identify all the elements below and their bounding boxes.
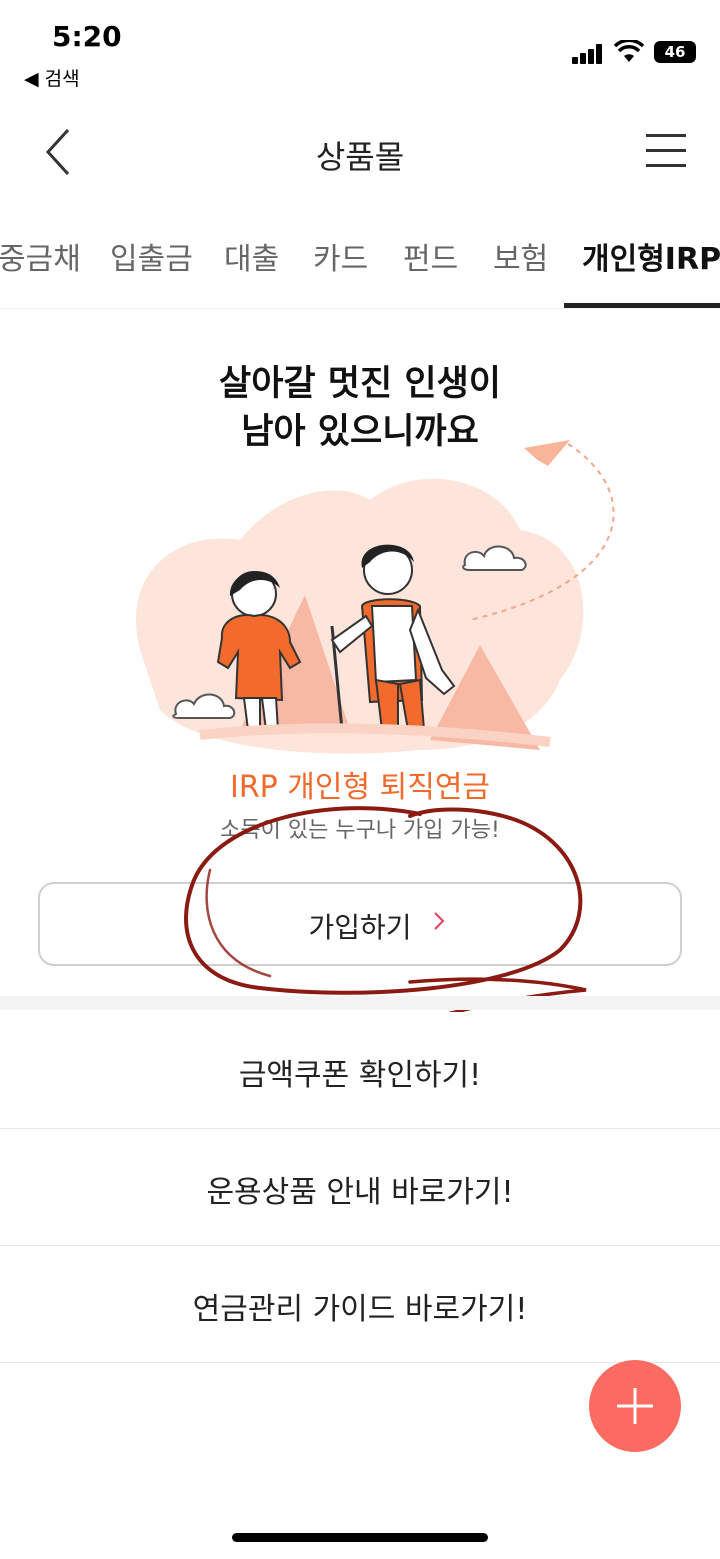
plus-icon (617, 1388, 653, 1424)
investment-products-label: 운용상품 안내 바로가기! (206, 1175, 514, 1210)
join-button[interactable]: 가입하기 (38, 882, 682, 966)
floating-add-button[interactable] (589, 1360, 681, 1452)
cellular-signal-icon (572, 44, 604, 64)
wifi-icon (614, 40, 644, 62)
tab-insurance[interactable]: 보험 (493, 234, 548, 278)
coupon-check-link[interactable]: 금액쿠폰 확인하기! (0, 1012, 720, 1129)
tab-jungeumchae[interactable]: 중금채 (0, 234, 81, 278)
battery-icon: 46 (654, 41, 696, 63)
tab-fund[interactable]: 펀드 (403, 234, 458, 278)
coupon-check-label: 금액쿠폰 확인하기! (238, 1058, 482, 1093)
section-divider (0, 996, 720, 1010)
irp-product-title: IRP 개인형 퇴직연금 (229, 770, 491, 805)
tab-card[interactable]: 카드 (313, 234, 368, 278)
investment-products-link[interactable]: 운용상품 안내 바로가기! (0, 1129, 720, 1246)
tab-deposit-withdrawal[interactable]: 입출금 (110, 234, 193, 278)
status-time: 5:20 (52, 20, 122, 53)
back-to-search-link[interactable]: ◀ 검색 (24, 64, 80, 91)
active-tab-indicator (564, 303, 720, 308)
page-title: 상품몰 (315, 138, 405, 176)
category-tabs: 중금채 입출금 대출 카드 펀드 보험 개인형IRP (0, 204, 720, 309)
pension-guide-link[interactable]: 연금관리 가이드 바로가기! (0, 1246, 720, 1363)
tab-loan[interactable]: 대출 (224, 234, 279, 278)
nav-header: 상품몰 (0, 100, 720, 204)
hamburger-menu-icon[interactable] (640, 132, 688, 170)
join-button-label: 가입하기 (308, 911, 412, 944)
status-bar: 5:20 ◀ 검색 46 (0, 0, 720, 100)
home-indicator[interactable] (232, 1533, 488, 1542)
pension-guide-label: 연금관리 가이드 바로가기! (192, 1292, 528, 1327)
irp-product-subtitle: 소득이 있는 누구나 가입 가능! (220, 818, 500, 843)
hiking-couple-illustration (136, 440, 615, 754)
tab-personal-irp[interactable]: 개인형IRP (582, 234, 720, 278)
hero-line-1: 살아갈 멋진 인생이 (219, 364, 501, 404)
chevron-right-icon (434, 912, 445, 930)
